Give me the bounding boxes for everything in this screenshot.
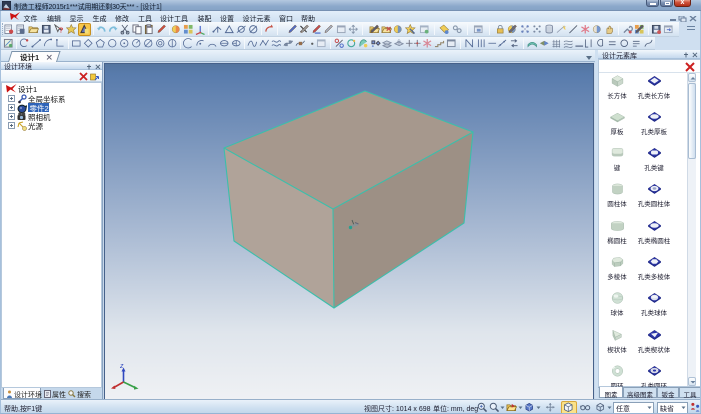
svg-text:?: ?: [59, 26, 64, 35]
svg-text:z: z: [119, 363, 124, 370]
